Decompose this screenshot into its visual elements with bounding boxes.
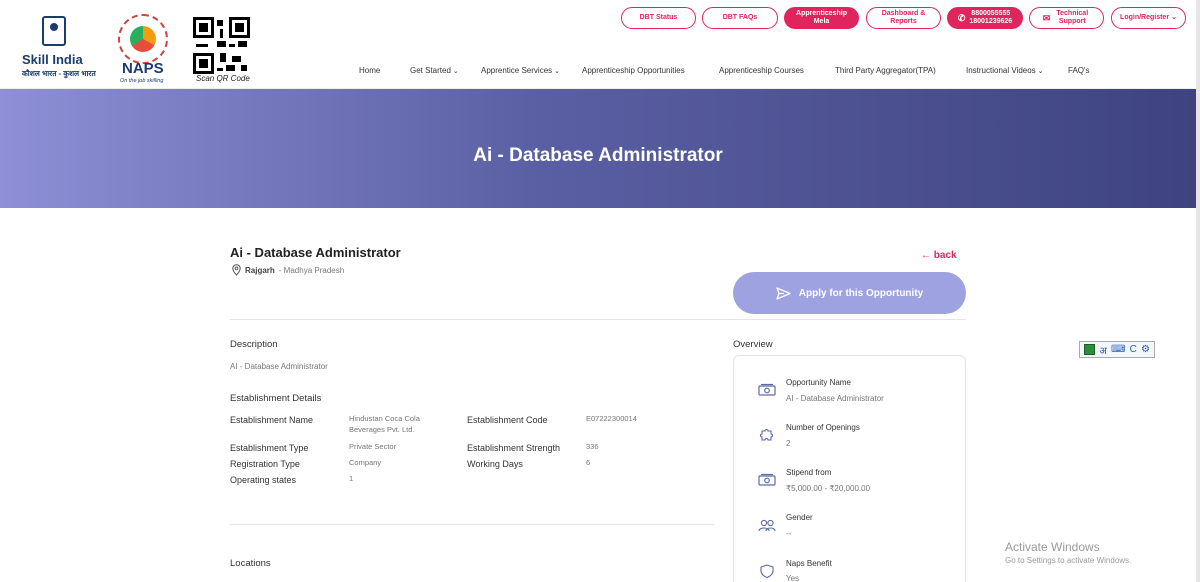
technical-support-button[interactable]: ✉ Technical Support [1029,7,1104,29]
shield-icon [758,564,776,579]
helpline-button[interactable]: ✆ 8800055555 18001239626 [947,7,1023,29]
banner-title: Ai - Database Administrator [473,145,723,166]
google-input-icon[interactable] [1084,344,1096,355]
overview-label: Stipend from [786,468,832,477]
skill-india-emblem-icon [42,16,66,46]
dbt-faqs-button[interactable]: DBT FAQs [702,7,778,29]
overview-value: 2 [786,439,791,448]
operating-states-value: 1 [349,474,354,483]
chevron-down-icon: ⌄ [452,68,459,75]
money-icon [758,383,776,397]
dbt-status-button[interactable]: DBT Status [621,7,696,29]
job-city: Rajgarh [245,265,275,275]
establishment-name-value-2: Beverages Pvt. Ltd. [349,425,415,434]
location-pin-icon [232,264,241,276]
dashboard-reports-label: Dashboard & Reports [881,10,926,25]
naps-logo[interactable]: NAPS On the job skilling [110,10,178,84]
job-location: Rajgarh - Madhya Pradesh [232,264,344,276]
establishment-strength-value: 336 [586,442,599,451]
registration-type-label: Registration Type [230,459,300,469]
working-days-label: Working Days [467,459,523,469]
nav-third-party-aggregator[interactable]: Third Party Aggregator(TPA) [835,66,936,75]
dashboard-reports-button[interactable]: Dashboard & Reports [866,7,941,29]
skill-india-subtitle: कौशल भारत - कुशल भारत [22,69,96,78]
overview-value: -- [786,529,792,538]
users-icon [758,518,776,532]
nav-apprentice-services[interactable]: Apprentice Services ⌄ [481,66,560,75]
back-link[interactable]: ← back [921,250,957,261]
establishment-name-value-1: Hindustan Coca Cola [349,414,420,423]
overview-label: Opportunity Name [786,378,851,387]
chevron-down-icon: ⌄ [554,68,561,75]
qr-code-icon [193,17,250,74]
naps-emblem-icon [130,26,156,52]
establishment-type-label: Establishment Type [230,443,309,453]
nav-instructional-videos-label: Instructional Videos [966,66,1036,75]
nav-apprentice-services-label: Apprentice Services [481,66,553,75]
nav-instructional-videos[interactable]: Instructional Videos ⌄ [966,66,1044,75]
helpline-phone-2: 18001239626 [969,18,1013,25]
overview-value: Yes [786,574,800,582]
overview-value: ₹5,000.00 - ₹20,000.00 [786,484,871,493]
apprenticeship-mela-label: Apprenticeship Mela [796,10,847,25]
money-icon [758,473,776,487]
overview-value: AI - Database Administrator [786,394,884,403]
technical-support-label: Technical Support [1056,10,1089,25]
establishment-code-value: E07222300014 [586,414,637,423]
divider [230,524,714,525]
naps-tagline: On the job skilling [120,78,164,84]
working-days-value: 6 [586,458,591,467]
nav-get-started-label: Get Started [410,66,451,75]
activate-windows-title: Activate Windows [1005,540,1100,554]
overview-label: Naps Benefit [786,559,832,568]
phone-icon: ✆ [957,13,966,23]
nav-apprenticeship-opportunities[interactable]: Apprenticeship Opportunities [582,66,685,75]
job-state: - Madhya Pradesh [278,265,345,275]
nav-faqs[interactable]: FAQ's [1068,66,1090,75]
overview-label: Gender [786,513,813,522]
establishment-code-label: Establishment Code [467,415,548,425]
establishment-name-label: Establishment Name [230,415,314,425]
transliteration-toolbar[interactable]: अ ⌨ C ⚙ [1079,341,1155,358]
naps-title: NAPS [122,60,164,77]
skill-india-logo[interactable]: Skill India कौशल भारत - कुशल भारत [18,16,96,80]
mail-icon: ✉ [1042,13,1051,23]
establishment-type-value: Private Sector [349,442,397,451]
page-scrollbar[interactable] [1196,0,1200,582]
send-icon [776,286,791,300]
overview-heading: Overview [733,339,773,350]
activate-windows-subtitle: Go to Settings to activate Windows. [1005,556,1132,565]
establishment-heading: Establishment Details [230,393,322,404]
registration-type-value: Company [349,458,382,467]
skill-india-title: Skill India [22,52,83,67]
c-icon[interactable]: C [1130,344,1137,355]
keyboard-icon[interactable]: ⌨ [1111,344,1125,355]
operating-states-label: Operating states [230,475,297,485]
nav-apprenticeship-courses[interactable]: Apprenticeship Courses [719,66,804,75]
login-register-label: Login/Register [1120,14,1170,21]
apply-button-label: Apply for this Opportunity [798,287,924,299]
site-header: Skill India कौशल भारत - कुशल भारत NAPS O… [0,0,1200,89]
hindi-input-icon[interactable]: अ [1099,343,1107,357]
login-register-button[interactable]: Login/Register ⌄ [1111,7,1186,29]
apprenticeship-mela-button[interactable]: Apprenticeship Mela [784,7,859,29]
nav-home[interactable]: Home [359,66,380,75]
chevron-down-icon: ⌄ [1037,68,1044,75]
divider [230,319,966,320]
nav-get-started[interactable]: Get Started ⌄ [410,66,459,75]
qr-label: Scan QR Code [196,74,250,83]
job-title: Ai - Database Administrator [230,245,401,260]
description-text: AI - Database Administrator [230,362,328,371]
overview-label: Number of Openings [786,423,860,432]
chevron-down-icon: ⌄ [1171,14,1177,21]
helpline-phone-1: 8800055555 [971,10,1011,17]
puzzle-icon [758,428,776,442]
apply-button[interactable]: Apply for this Opportunity [733,272,966,314]
locations-heading: Locations [230,558,271,569]
establishment-strength-label: Establishment Strength [467,443,561,453]
description-heading: Description [230,339,278,350]
gear-icon[interactable]: ⚙ [1141,344,1150,355]
